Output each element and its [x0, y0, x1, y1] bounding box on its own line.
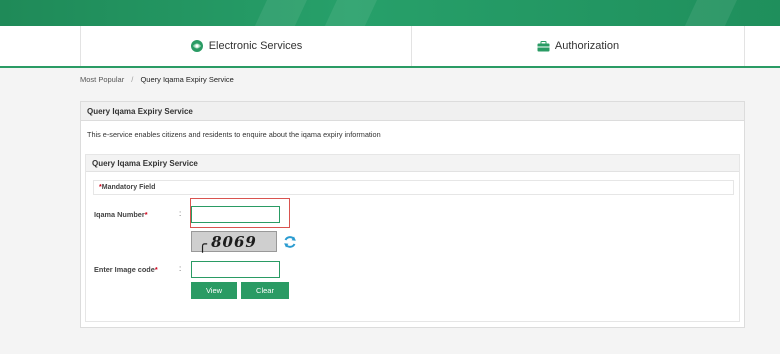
- breadcrumb-current: Query Iqama Expiry Service: [140, 75, 234, 84]
- nav-authorization[interactable]: Authorization: [412, 26, 745, 66]
- panel-title: Query Iqama Expiry Service: [81, 102, 744, 121]
- form-title: Query Iqama Expiry Service: [86, 155, 739, 172]
- iqama-number-input[interactable]: [191, 206, 280, 223]
- captcha-text: 8069: [211, 232, 257, 251]
- breadcrumb-separator: /: [131, 75, 134, 84]
- view-button[interactable]: View: [191, 282, 237, 299]
- image-code-label: Enter Image code*: [94, 265, 158, 274]
- iqama-number-label: Iqama Number*: [94, 210, 148, 219]
- iqama-colon: :: [179, 209, 182, 218]
- image-code-input[interactable]: [191, 261, 280, 278]
- briefcase-icon: [537, 40, 550, 51]
- captcha-image: ╭ 8069: [191, 231, 277, 253]
- nav-authorization-label: Authorization: [554, 40, 620, 52]
- service-panel: Query Iqama Expiry Service This e-servic…: [80, 101, 745, 328]
- mandatory-field-note: *Mandatory Field: [93, 180, 734, 195]
- nav-electronic-services-label: Electronic Services: [208, 40, 303, 52]
- refresh-icon[interactable]: [283, 235, 297, 249]
- image-code-required-star: *: [154, 265, 158, 274]
- mandatory-label: Mandatory Field: [101, 184, 156, 191]
- service-description: This e-service enables citizens and resi…: [87, 130, 381, 139]
- query-form: Query Iqama Expiry Service *Mandatory Fi…: [85, 154, 740, 322]
- nav-electronic-services[interactable]: Electronic Services: [80, 26, 412, 66]
- breadcrumb-most-popular[interactable]: Most Popular: [80, 75, 124, 84]
- image-code-colon: :: [179, 264, 182, 273]
- main-navigation: Electronic Services Authorization: [0, 26, 780, 68]
- breadcrumb: Most Popular / Query Iqama Expiry Servic…: [80, 75, 234, 84]
- top-banner: [0, 0, 780, 26]
- iqama-required-star: *: [144, 210, 148, 219]
- clear-button[interactable]: Clear: [241, 282, 289, 299]
- iqama-label-text: Iqama Number: [94, 210, 145, 219]
- image-code-label-text: Enter Image code: [94, 265, 155, 274]
- captcha-mark: ╭: [198, 235, 209, 253]
- electronic-services-icon: [190, 40, 203, 52]
